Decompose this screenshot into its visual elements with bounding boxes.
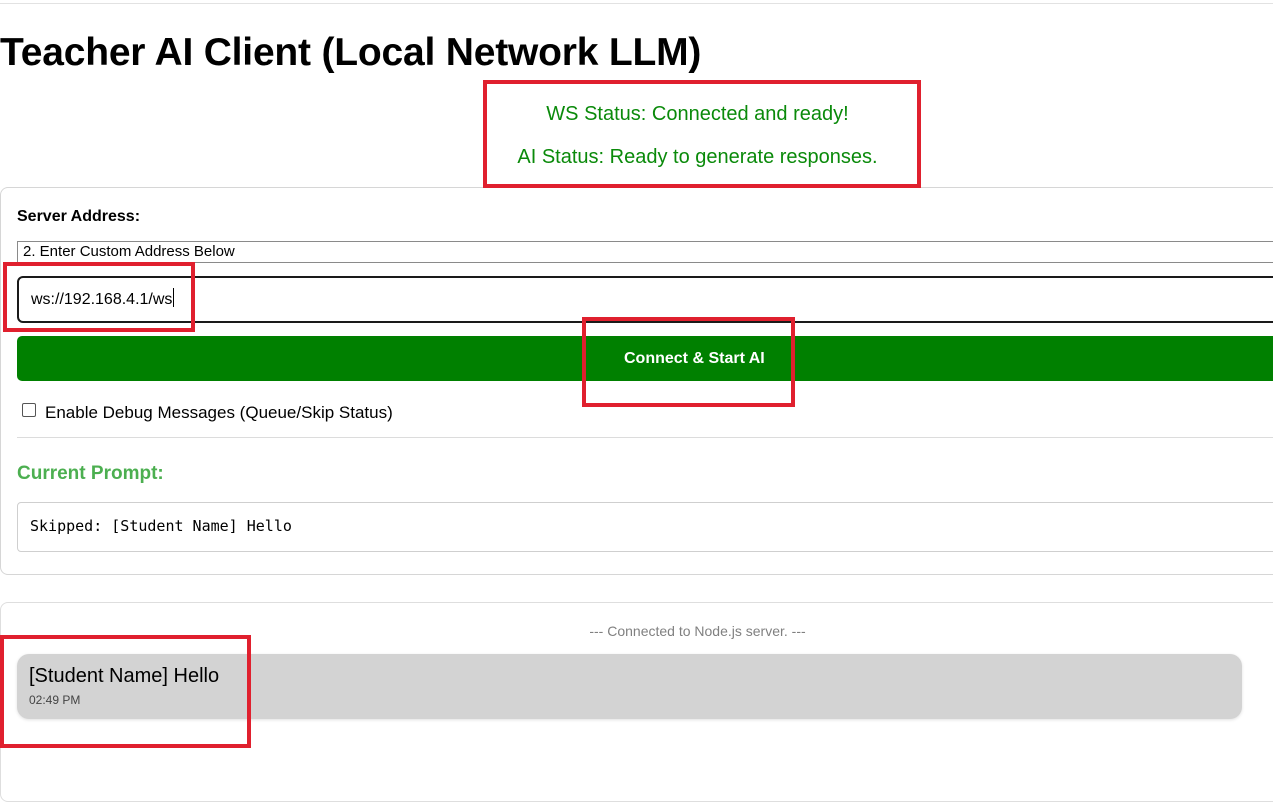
chat-message-time: 02:49 PM xyxy=(29,693,81,707)
system-message: --- Connected to Node.js server. --- xyxy=(589,623,806,639)
chat-message-text: [Student Name] Hello xyxy=(29,665,220,687)
top-divider xyxy=(0,3,1273,4)
server-address-value: ws://192.168.4.1/ws xyxy=(31,291,173,308)
page-title: Teacher AI Client (Local Network LLM) xyxy=(0,31,702,74)
server-address-select[interactable]: 2. Enter Custom Address Below xyxy=(17,241,1273,263)
status-highlight-box xyxy=(483,80,921,188)
current-prompt-heading: Current Prompt: xyxy=(17,463,164,484)
text-caret xyxy=(173,288,175,307)
chat-message: [Student Name] Hello 02:49 PM xyxy=(17,654,1242,719)
debug-messages-toggle[interactable]: Enable Debug Messages (Queue/Skip Status… xyxy=(22,402,393,424)
connect-start-ai-button[interactable]: Connect & Start AI xyxy=(17,336,1273,381)
current-prompt-box: Skipped: [Student Name] Hello xyxy=(17,502,1273,552)
debug-messages-label: Enable Debug Messages (Queue/Skip Status… xyxy=(45,403,393,422)
settings-divider xyxy=(17,437,1273,438)
ai-status-text: AI Status: Ready to generate responses. xyxy=(517,146,878,168)
connect-button-label: Connect & Start AI xyxy=(624,350,765,367)
ws-status-text: WS Status: Connected and ready! xyxy=(546,103,849,125)
server-address-input[interactable]: ws://192.168.4.1/ws xyxy=(17,276,1273,323)
server-address-label: Server Address: xyxy=(17,208,141,225)
debug-messages-checkbox[interactable] xyxy=(22,403,36,417)
